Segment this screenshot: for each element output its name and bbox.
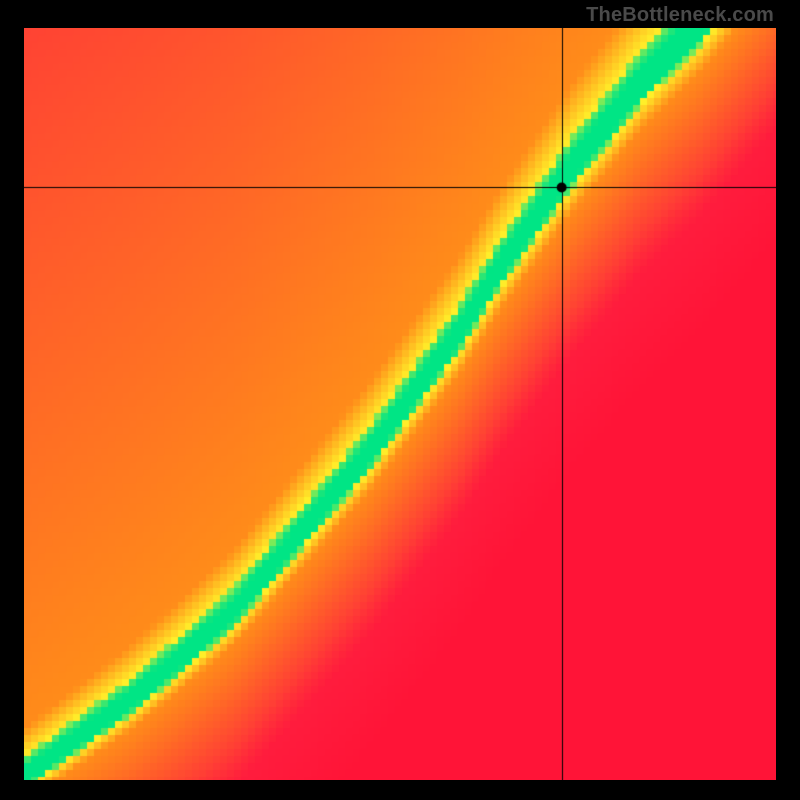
bottleneck-heatmap: [24, 28, 776, 780]
chart-container: TheBottleneck.com: [0, 0, 800, 800]
watermark-text: TheBottleneck.com: [586, 4, 774, 27]
